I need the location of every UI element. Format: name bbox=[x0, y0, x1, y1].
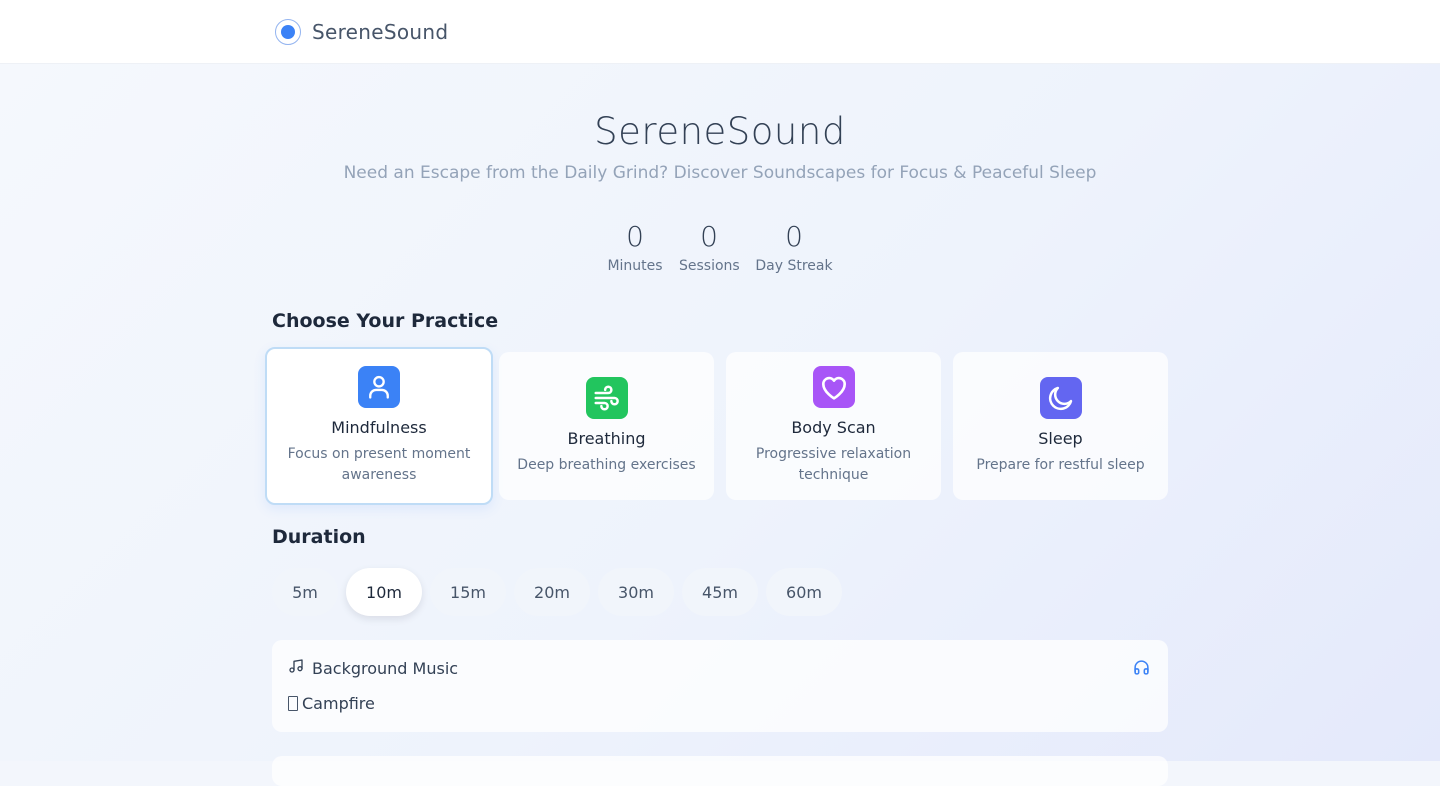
card-title: Body Scan bbox=[791, 418, 876, 437]
duration-60m[interactable]: 60m bbox=[766, 568, 842, 616]
card-description: Focus on present moment awareness bbox=[287, 446, 471, 483]
duration-45m[interactable]: 45m bbox=[682, 568, 758, 616]
brand-logo-icon bbox=[275, 19, 301, 45]
practice-card-sleep[interactable]: Sleep Prepare for restful sleep bbox=[953, 352, 1168, 500]
card-description: Prepare for restful sleep bbox=[976, 456, 1145, 473]
stat-sessions: 0 Sessions bbox=[679, 220, 740, 274]
moon-icon bbox=[1039, 376, 1082, 419]
top-bar: SereneSound bbox=[0, 0, 1440, 64]
brand-name: SereneSound bbox=[312, 20, 449, 44]
track-name: Campfire bbox=[302, 694, 375, 713]
wind-icon bbox=[585, 376, 628, 419]
duration-options: 5m 10m 15m 20m 30m 45m 60m bbox=[272, 568, 842, 616]
stat-label: Day Streak bbox=[755, 258, 833, 274]
stat-label: Minutes bbox=[607, 258, 663, 274]
practice-cards: Mindfulness Focus on present moment awar… bbox=[265, 347, 1168, 505]
duration-20m[interactable]: 20m bbox=[514, 568, 590, 616]
stat-value: 0 bbox=[700, 220, 718, 253]
card-description: Deep breathing exercises bbox=[517, 456, 696, 473]
heart-icon bbox=[812, 366, 855, 408]
card-title: Mindfulness bbox=[331, 418, 427, 437]
selected-track[interactable]: Campfire bbox=[288, 694, 375, 713]
music-header: Background Music bbox=[288, 658, 458, 678]
page-title: SereneSound bbox=[594, 110, 846, 153]
duration-10m[interactable]: 10m bbox=[346, 568, 422, 616]
page-subtitle: Need an Escape from the Daily Grind? Dis… bbox=[343, 163, 1097, 183]
stats-row: 0 Minutes 0 Sessions 0 Day Streak bbox=[0, 220, 1440, 274]
background-music-panel: Background Music Campfire bbox=[272, 640, 1168, 732]
practice-card-mindfulness[interactable]: Mindfulness Focus on present moment awar… bbox=[265, 347, 493, 505]
card-title: Sleep bbox=[1038, 428, 1083, 448]
practice-card-breathing[interactable]: Breathing Deep breathing exercises bbox=[499, 352, 714, 500]
card-title: Breathing bbox=[567, 428, 646, 448]
music-label: Background Music bbox=[312, 658, 459, 678]
duration-30m[interactable]: 30m bbox=[598, 568, 674, 616]
user-icon bbox=[358, 366, 400, 408]
stat-day-streak: 0 Day Streak bbox=[755, 220, 833, 274]
card-description: Progressive relaxation technique bbox=[755, 446, 912, 483]
duration-15m[interactable]: 15m bbox=[430, 568, 506, 616]
brand[interactable]: SereneSound bbox=[275, 19, 448, 45]
duration-5m[interactable]: 5m bbox=[272, 568, 338, 616]
stat-minutes: 0 Minutes bbox=[607, 220, 663, 274]
headphones-icon[interactable] bbox=[1133, 659, 1150, 680]
campfire-icon bbox=[288, 696, 298, 711]
practice-heading: Choose Your Practice bbox=[272, 310, 499, 332]
practice-card-body-scan[interactable]: Body Scan Progressive relaxation techniq… bbox=[726, 352, 941, 500]
stat-value: 0 bbox=[785, 220, 803, 253]
stat-label: Sessions bbox=[679, 258, 740, 274]
main-content: SereneSound Need an Escape from the Dail… bbox=[0, 64, 1440, 786]
stat-value: 0 bbox=[626, 220, 644, 253]
duration-heading: Duration bbox=[272, 526, 366, 548]
music-note-icon bbox=[288, 658, 304, 678]
